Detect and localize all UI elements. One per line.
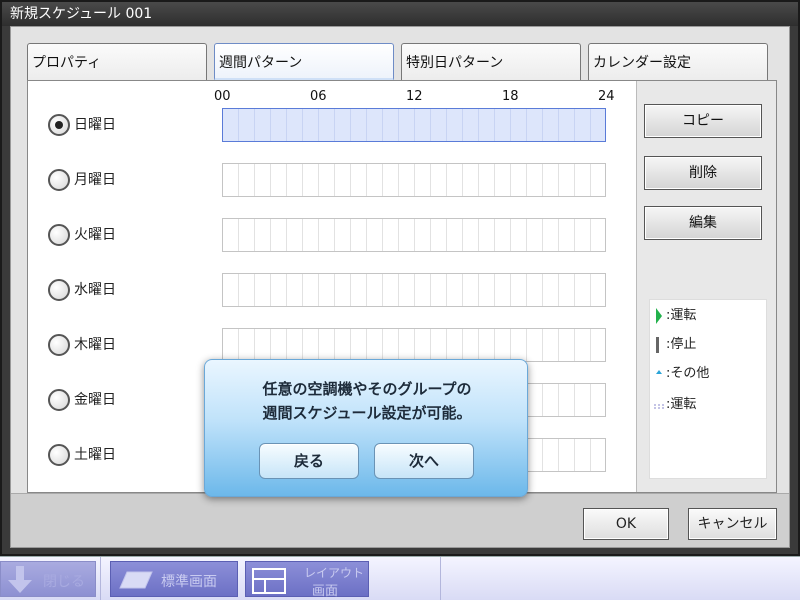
day-label-saturday: 土曜日 — [74, 447, 116, 463]
tooltip-back-button[interactable]: 戻る — [259, 443, 359, 479]
gray-bar-icon — [654, 335, 666, 355]
legend-label-running: :運転 — [666, 308, 697, 323]
edit-button[interactable]: 編集 — [644, 206, 762, 240]
tab-calendar-settings[interactable]: カレンダー設定 — [588, 43, 768, 81]
taskbar-divider — [100, 557, 101, 600]
layout-screen-label-2: 画面 — [312, 584, 339, 599]
tooltip-next-button[interactable]: 次へ — [374, 443, 474, 479]
timeline-thursday[interactable] — [222, 328, 606, 362]
timeline-monday[interactable] — [222, 163, 606, 197]
radio-thursday[interactable] — [48, 334, 70, 356]
timeline-tuesday[interactable] — [222, 218, 606, 252]
dialog-button-bar: OK キャンセル — [11, 493, 789, 547]
delete-button[interactable]: 削除 — [644, 156, 762, 190]
tooltip-line-1: 任意の空調機やそのグループの — [262, 380, 472, 398]
day-label-friday: 金曜日 — [74, 392, 116, 408]
close-taskbar-label: 閉じる — [43, 574, 85, 590]
day-label-wednesday: 水曜日 — [74, 282, 116, 298]
legend-item-stop: :停止 — [654, 335, 696, 355]
hour-label-00: 00 — [214, 89, 231, 104]
tooltip-line-2: 週間スケジュール設定が可能。 — [262, 404, 472, 422]
screen-icon — [119, 570, 153, 594]
ok-button[interactable]: OK — [583, 508, 669, 540]
layout-screen-label-1: レイアウト — [304, 566, 365, 580]
legend-label-stop: :停止 — [666, 337, 697, 352]
side-panel: コピー 削除 編集 :運転 :停止:その他:運転 — [636, 81, 776, 492]
radio-saturday[interactable] — [48, 444, 70, 466]
cancel-button[interactable]: キャンセル — [688, 508, 777, 540]
timeline-sunday[interactable] — [222, 108, 606, 142]
radio-tuesday[interactable] — [48, 224, 70, 246]
hour-label-18: 18 — [502, 89, 519, 104]
radio-wednesday[interactable] — [48, 279, 70, 301]
hour-label-06: 06 — [310, 89, 327, 104]
timeline-wednesday[interactable] — [222, 273, 606, 307]
day-label-sunday: 日曜日 — [74, 117, 116, 133]
legend-item-other: :その他 — [654, 364, 709, 384]
tab-weekly-pattern[interactable]: 週間パターン — [214, 43, 394, 81]
legend-item-running: :運転 — [654, 306, 696, 326]
day-label-tuesday: 火曜日 — [74, 227, 116, 243]
radio-monday[interactable] — [48, 169, 70, 191]
radio-sunday[interactable] — [48, 114, 70, 136]
blue-dot-icon — [654, 364, 666, 384]
taskbar: 閉じる 標準画面 レイアウト 画面 — [0, 556, 800, 600]
window-title: 新規スケジュール 001 — [2, 2, 798, 26]
taskbar-divider-2 — [440, 557, 441, 600]
standard-screen-label: 標準画面 — [161, 574, 217, 590]
radio-friday[interactable] — [48, 389, 70, 411]
legend-label-running-dashed: :運転 — [666, 397, 697, 412]
hour-label-12: 12 — [406, 89, 423, 104]
green-triangle-icon — [654, 306, 666, 326]
down-arrow-icon — [7, 566, 33, 598]
hour-label-24: 24 — [598, 89, 615, 104]
legend-item-running-dashed: :運転 — [654, 395, 696, 415]
day-label-thursday: 木曜日 — [74, 337, 116, 353]
guide-tooltip: 任意の空調機やそのグループの 週間スケジュール設定が可能。 戻る 次へ — [204, 359, 528, 497]
legend-label-other: :その他 — [666, 366, 710, 381]
legend: :運転 :停止 :その他 :運転 — [649, 299, 767, 479]
close-taskbar-button[interactable]: 閉じる — [0, 561, 96, 597]
dashed-line-icon — [654, 395, 666, 415]
tab-properties[interactable]: プロパティ — [27, 43, 207, 81]
tab-special-day-pattern[interactable]: 特別日パターン — [401, 43, 581, 81]
layout-icon — [252, 568, 286, 598]
day-label-monday: 月曜日 — [74, 172, 116, 188]
standard-screen-button[interactable]: 標準画面 — [110, 561, 238, 597]
copy-button[interactable]: コピー — [644, 104, 762, 138]
layout-screen-button[interactable]: レイアウト 画面 — [245, 561, 369, 599]
